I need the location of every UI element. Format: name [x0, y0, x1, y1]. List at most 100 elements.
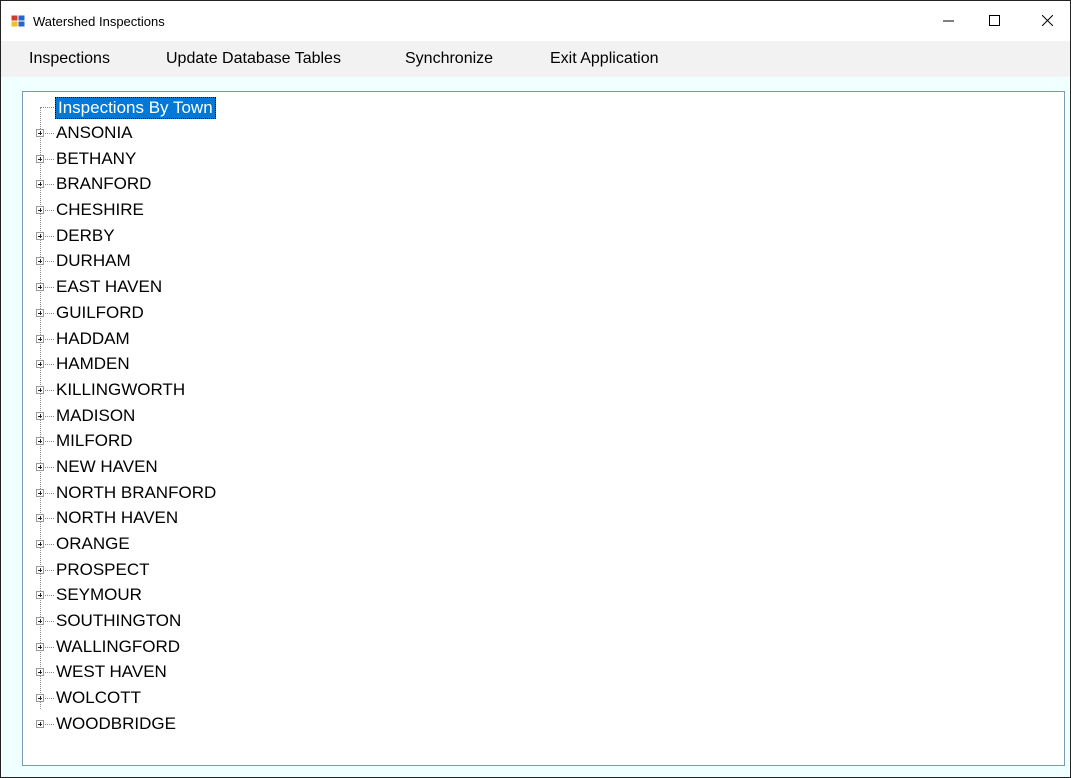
maximize-button[interactable] — [971, 1, 1017, 39]
tree-node-label[interactable]: DERBY — [56, 226, 115, 246]
tree-node-town[interactable]: GUILFORD — [23, 301, 1064, 327]
expand-plus-icon[interactable] — [36, 514, 44, 523]
tree-node-label[interactable]: ANSONIA — [56, 123, 133, 143]
tree-node-label[interactable]: WOLCOTT — [56, 688, 141, 708]
tree-node-town[interactable]: WALLINGFORD — [23, 635, 1064, 661]
tree-node-town[interactable]: MADISON — [23, 404, 1064, 430]
tree-node-connector — [45, 415, 54, 417]
tree-node-label[interactable]: NORTH BRANFORD — [56, 483, 216, 503]
tree-node-town[interactable]: WEST HAVEN — [23, 660, 1064, 686]
expand-plus-icon[interactable] — [36, 283, 44, 292]
tree-node-list: ANSONIA BETHANY BRANFORD CHESHIRE DERBY DURHA… — [23, 121, 1064, 738]
tree-node-label[interactable]: SOUTHINGTON — [56, 611, 181, 631]
tree-node-town[interactable]: HADDAM — [23, 327, 1064, 353]
tree-node-town[interactable]: DERBY — [23, 224, 1064, 250]
tree-node-town[interactable]: WOLCOTT — [23, 686, 1064, 712]
tree-node-label[interactable]: EAST HAVEN — [56, 277, 162, 297]
tree-node-town[interactable]: KILLINGWORTH — [23, 378, 1064, 404]
tree-node-label[interactable]: MADISON — [56, 406, 135, 426]
tree-node-town[interactable]: NORTH HAVEN — [23, 506, 1064, 532]
expand-plus-icon[interactable] — [36, 642, 44, 651]
tree-node-connector — [45, 287, 54, 289]
expand-plus-icon[interactable] — [36, 488, 44, 497]
expand-plus-icon[interactable] — [36, 617, 44, 626]
tree-node-town[interactable]: HAMDEN — [23, 352, 1064, 378]
tree-node-town[interactable]: DURHAM — [23, 249, 1064, 275]
window-title: Watershed Inspections — [33, 14, 165, 29]
tree-node-connector — [45, 621, 54, 623]
tree-root-node[interactable]: Inspections By Town — [55, 97, 216, 119]
close-button[interactable] — [1024, 1, 1070, 39]
menu-inspections[interactable]: Inspections — [29, 49, 110, 69]
tree-node-town[interactable]: PROSPECT — [23, 558, 1064, 584]
expand-plus-icon[interactable] — [36, 231, 44, 240]
tree-node-connector — [45, 158, 54, 160]
expand-plus-icon[interactable] — [36, 565, 44, 574]
menu-exit-application[interactable]: Exit Application — [550, 49, 659, 69]
tree-node-town[interactable]: MILFORD — [23, 429, 1064, 455]
tree-node-connector — [45, 261, 54, 263]
expand-plus-icon[interactable] — [36, 385, 44, 394]
tree-node-connector — [45, 698, 54, 700]
expand-plus-icon[interactable] — [36, 129, 44, 137]
expand-plus-icon[interactable] — [36, 462, 44, 471]
tree-node-label[interactable]: WALLINGFORD — [56, 637, 180, 657]
expand-plus-icon[interactable] — [36, 308, 44, 317]
expand-plus-icon[interactable] — [36, 206, 44, 215]
expand-plus-icon[interactable] — [36, 257, 44, 266]
expand-plus-icon[interactable] — [36, 411, 44, 420]
expand-plus-icon[interactable] — [36, 154, 44, 163]
minimize-button[interactable] — [925, 1, 971, 39]
tree-node-label[interactable]: BETHANY — [56, 149, 136, 169]
tree-node-label[interactable]: DURHAM — [56, 251, 131, 271]
expand-plus-icon[interactable] — [36, 540, 44, 548]
expand-plus-icon[interactable] — [36, 180, 44, 189]
tree-node-label[interactable]: WOODBRIDGE — [56, 714, 176, 734]
tree-node-town[interactable]: CHESHIRE — [23, 198, 1064, 224]
expand-plus-icon[interactable] — [36, 668, 44, 677]
tree-node-town[interactable]: NORTH BRANFORD — [23, 481, 1064, 507]
tree-node-label[interactable]: NORTH HAVEN — [56, 508, 178, 528]
tree-node-label[interactable]: KILLINGWORTH — [56, 380, 185, 400]
tree-node-label[interactable]: CHESHIRE — [56, 200, 144, 220]
tree-node-connector — [45, 544, 54, 545]
tree-node-town[interactable]: ORANGE — [23, 532, 1064, 558]
tree-node-label[interactable]: SEYMOUR — [56, 585, 142, 605]
tree-node-label[interactable]: BRANFORD — [56, 174, 151, 194]
tree-root-connector — [40, 107, 54, 108]
tree-node-label[interactable]: MILFORD — [56, 431, 133, 451]
expand-plus-icon[interactable] — [36, 591, 44, 600]
tree-node-label[interactable]: WEST HAVEN — [56, 662, 167, 682]
expand-plus-icon[interactable] — [36, 360, 44, 369]
tree-node-town[interactable]: SEYMOUR — [23, 583, 1064, 609]
menu-synchronize[interactable]: Synchronize — [405, 49, 493, 69]
tree-node-town[interactable]: ANSONIA — [23, 121, 1064, 147]
tree-node-label[interactable]: PROSPECT — [56, 560, 150, 580]
town-tree-view[interactable]: Inspections By Town ANSONIA BETHANY BRANFO… — [22, 91, 1065, 766]
title-bar[interactable]: Watershed Inspections — [1, 1, 1070, 41]
tree-node-label[interactable]: GUILFORD — [56, 303, 144, 323]
tree-node-label[interactable]: HAMDEN — [56, 354, 130, 374]
tree-node-town[interactable]: BRANFORD — [23, 172, 1064, 198]
tree-node-connector — [45, 364, 54, 366]
tree-node-label[interactable]: HADDAM — [56, 329, 130, 349]
tree-node-town[interactable]: BETHANY — [23, 147, 1064, 173]
tree-node-town[interactable]: EAST HAVEN — [23, 275, 1064, 301]
menu-bar: Inspections Update Database Tables Synch… — [1, 41, 1070, 77]
tree-node-connector — [45, 184, 54, 186]
app-icon[interactable] — [11, 14, 25, 27]
tree-node-connector — [45, 210, 54, 212]
expand-plus-icon[interactable] — [36, 334, 44, 343]
expand-plus-icon[interactable] — [36, 694, 44, 703]
tree-node-town[interactable]: SOUTHINGTON — [23, 609, 1064, 635]
close-icon — [1041, 14, 1053, 26]
expand-plus-icon[interactable] — [36, 719, 44, 728]
tree-node-connector — [45, 389, 54, 391]
tree-node-label[interactable]: ORANGE — [56, 534, 130, 554]
expand-plus-icon[interactable] — [36, 437, 44, 446]
menu-update-database-tables[interactable]: Update Database Tables — [166, 49, 341, 69]
tree-node-town[interactable]: WOODBRIDGE — [23, 712, 1064, 738]
tree-node-town[interactable]: NEW HAVEN — [23, 455, 1064, 481]
tree-node-connector — [45, 595, 54, 597]
tree-node-label[interactable]: NEW HAVEN — [56, 457, 158, 477]
